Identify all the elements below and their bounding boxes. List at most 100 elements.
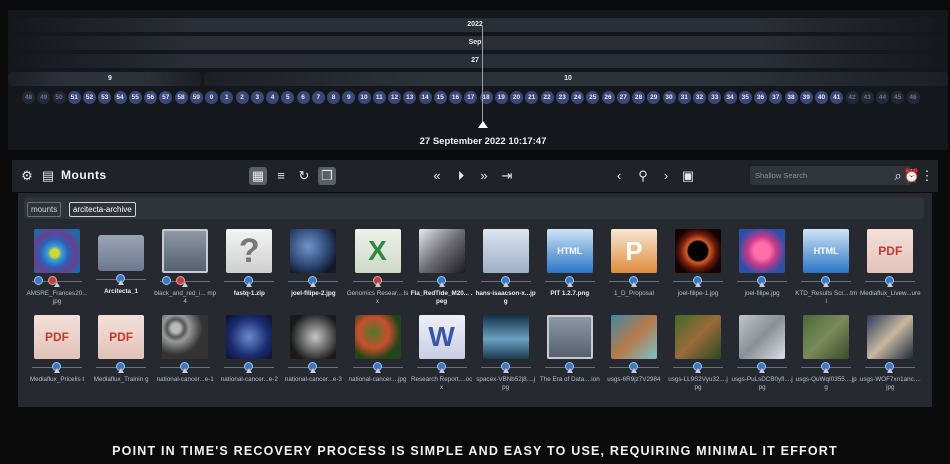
file-thumbnail[interactable] <box>867 315 914 359</box>
file-version-track[interactable] <box>603 362 665 373</box>
file-version-track[interactable] <box>282 362 344 373</box>
file-version-track[interactable] <box>154 362 216 373</box>
timeline-minute-tick[interactable]: 45 <box>891 91 905 104</box>
version-icon[interactable] <box>34 276 43 285</box>
file-item[interactable]: black_and_red_i... mp4 <box>154 229 216 306</box>
file-version-track[interactable] <box>411 276 473 287</box>
file-item[interactable]: X Genomics Resear....lsx <box>347 229 409 306</box>
timeline-day-row[interactable]: 27 <box>8 54 948 68</box>
app-icon[interactable]: ⚙ <box>18 167 36 185</box>
timeline-minute-tick[interactable]: 23 <box>555 91 569 104</box>
timeline-minute-tick[interactable]: 32 <box>693 91 706 104</box>
file-version-track[interactable] <box>795 276 857 287</box>
timeline-minute-tick[interactable]: 56 <box>144 91 157 104</box>
file-version-track[interactable] <box>90 362 152 373</box>
file-thumbnail[interactable]: PDF <box>98 315 145 359</box>
file-thumbnail[interactable] <box>610 315 657 359</box>
timeline-minute-tick[interactable]: 3 <box>250 91 264 104</box>
timeline-minute-tick[interactable]: 1 <box>220 91 234 104</box>
file-thumbnail[interactable]: HTML <box>546 229 593 273</box>
file-version-track[interactable] <box>731 276 793 287</box>
file-thumbnail[interactable] <box>739 229 786 273</box>
file-thumbnail[interactable]: HTML <box>803 229 850 273</box>
timeline-minute-tick[interactable]: 33 <box>708 91 722 104</box>
file-version-track[interactable] <box>347 362 409 373</box>
timeline-minute-tick[interactable]: 12 <box>388 91 401 104</box>
timeline-minute-tick[interactable]: 5 <box>281 91 295 104</box>
file-version-track[interactable] <box>475 362 537 373</box>
file-thumbnail[interactable] <box>739 315 786 359</box>
timeline-minute-tick[interactable]: 0 <box>205 91 218 104</box>
file-thumbnail[interactable]: P <box>610 229 657 273</box>
file-item[interactable]: joel-filipe.jpg <box>731 229 793 298</box>
file-thumbnail[interactable] <box>290 315 337 359</box>
file-item[interactable]: usgs-LL9S2Vyu32....jpg <box>667 315 729 392</box>
document-icon[interactable]: ▣ <box>679 167 697 185</box>
timeline-minute-tick[interactable]: 29 <box>647 91 661 104</box>
file-thumbnail[interactable] <box>226 315 273 359</box>
file-item[interactable]: PDF Mediaflux_Trainin g <box>90 315 152 384</box>
file-version-track[interactable] <box>603 276 665 287</box>
file-item[interactable]: national-cancer...e-1 <box>154 315 216 384</box>
file-thumbnail[interactable] <box>162 315 209 359</box>
timeline-minute-tick[interactable]: 4 <box>266 91 279 104</box>
file-thumbnail[interactable] <box>675 315 721 359</box>
file-thumbnail[interactable] <box>34 229 80 273</box>
timeline-minute-tick[interactable]: 9 <box>342 91 356 104</box>
breadcrumb-mounts[interactable]: mounts <box>27 202 62 217</box>
timeline-minute-tick[interactable]: 27 <box>616 91 630 104</box>
timeline-minute-tick[interactable]: 14 <box>418 91 432 104</box>
timeline-minute-tick[interactable]: 59 <box>189 91 203 104</box>
file-version-track[interactable] <box>539 276 601 287</box>
file-version-track[interactable] <box>795 362 857 373</box>
timeline-minute-tick[interactable]: 16 <box>449 91 462 104</box>
file-version-track[interactable] <box>731 362 793 373</box>
file-thumbnail[interactable] <box>546 315 593 359</box>
play-icon[interactable]: ⏵ <box>452 167 470 185</box>
timeline-minute-tick[interactable]: 55 <box>128 91 142 104</box>
timeline-minute-tick[interactable]: 20 <box>510 91 523 104</box>
next-icon[interactable]: › <box>657 167 675 185</box>
file-version-track[interactable] <box>282 276 344 287</box>
timeline-minute-tick[interactable]: 28 <box>632 91 645 104</box>
file-item[interactable]: usgs-WOF7xn1anc....jpg <box>859 315 921 392</box>
file-item[interactable]: HTML KTD_Results Scr....tml <box>795 229 857 306</box>
rewind-icon[interactable]: « <box>428 167 446 185</box>
file-item[interactable]: national-cancer....jpg <box>347 315 409 384</box>
file-item[interactable]: ? fastq-1.zip <box>218 229 280 298</box>
timeline-minute-tick[interactable]: 30 <box>662 91 676 104</box>
file-item[interactable]: joel-filipe-2.jpg <box>282 229 344 298</box>
file-item[interactable]: AMSRE_Frances20...jpg <box>26 229 88 306</box>
file-thumbnail[interactable] <box>98 235 145 271</box>
file-item[interactable]: Fla_RedTide_M20... .peg <box>411 229 473 306</box>
timeline-minute-tick[interactable]: 41 <box>830 91 844 104</box>
timeline-minute-tick[interactable]: 13 <box>403 91 417 104</box>
file-version-track[interactable] <box>859 362 921 373</box>
file-thumbnail[interactable] <box>803 315 850 359</box>
file-version-track[interactable] <box>154 276 216 287</box>
file-item[interactable]: hans-isaacson-x...jpg <box>475 229 537 306</box>
timeline-minute-tick[interactable]: 48 <box>22 91 35 104</box>
timeline-minute-tick[interactable]: 50 <box>52 91 66 104</box>
file-thumbnail[interactable]: ? <box>226 229 273 273</box>
timeline-year-row[interactable]: 2022 <box>8 18 948 32</box>
breadcrumb-archive[interactable]: arcitecta-archive <box>69 202 136 217</box>
prev-icon[interactable]: ‹ <box>610 167 628 185</box>
pin-icon[interactable]: ⚲ <box>634 167 652 185</box>
file-version-track[interactable] <box>26 276 88 287</box>
timeline[interactable]: 2022 Sep 27 9 10 48 49 50 51 52 53 54 55 56 57 58 5… <box>8 10 948 150</box>
file-thumbnail[interactable] <box>482 315 529 359</box>
file-version-track[interactable] <box>347 276 409 287</box>
file-version-track[interactable] <box>90 274 152 285</box>
timeline-minute-tick[interactable]: 38 <box>784 91 798 104</box>
timeline-minute-tick[interactable]: 6 <box>296 91 310 104</box>
timeline-minute-tick[interactable]: 10 <box>357 91 371 104</box>
timeline-cursor-handle[interactable] <box>478 121 488 128</box>
timeline-minute-tick[interactable]: 51 <box>67 91 81 104</box>
file-item[interactable]: The Era of Data....ion <box>539 315 601 384</box>
file-version-track[interactable] <box>667 276 729 287</box>
timeline-minute-tick[interactable]: 53 <box>98 91 112 104</box>
timeline-minute-tick[interactable]: 36 <box>754 91 767 104</box>
file-item[interactable]: usgs-PuLsDCB0yfl....jpg <box>731 315 793 392</box>
timeline-hour-row[interactable]: 9 10 <box>8 72 948 86</box>
